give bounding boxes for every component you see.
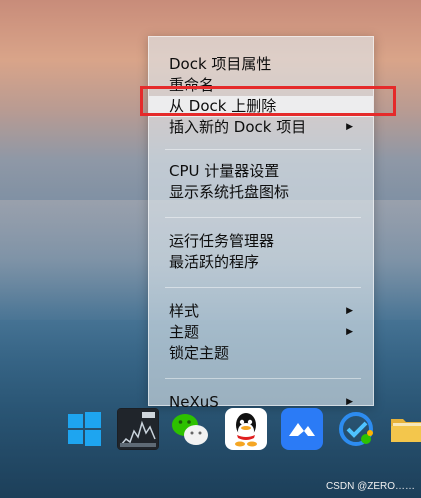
windows-start-icon[interactable] [63, 408, 105, 450]
menu-item-label: 主题 [169, 323, 200, 341]
menu-item-label: Dock 项目属性 [169, 55, 272, 73]
menu-item-label: 最活跃的程序 [169, 253, 260, 271]
menu-item-label: 显示系统托盘图标 [169, 183, 290, 201]
menu-item-theme[interactable]: 主题 ▶ [149, 322, 373, 343]
menu-item-most-active-programs[interactable]: 最活跃的程序 [149, 252, 373, 273]
folder-icon[interactable] [387, 408, 421, 450]
menu-item-cpu-meter-settings[interactable]: CPU 计量器设置 [149, 161, 373, 182]
menu-item-label: 样式 [169, 302, 200, 320]
dingtalk-icon[interactable] [335, 408, 377, 450]
submenu-arrow-icon: ▶ [346, 327, 353, 337]
menu-separator [165, 217, 361, 218]
menu-separator [165, 287, 361, 288]
highlight-annotation-box [140, 86, 396, 116]
menu-item-insert-new-dock-item[interactable]: 插入新的 Dock 项目 ▶ [149, 117, 373, 138]
menu-item-show-tray-icons[interactable]: 显示系统托盘图标 [149, 182, 373, 203]
menu-item-task-manager[interactable]: 运行任务管理器 [149, 231, 373, 252]
watermark-text: CSDN @ZERO…… [325, 481, 415, 492]
menu-item-label: 锁定主题 [169, 344, 230, 362]
submenu-arrow-icon: ▶ [346, 122, 353, 132]
menu-separator [165, 149, 361, 150]
menu-separator [165, 378, 361, 379]
wechat-icon[interactable] [169, 408, 211, 450]
menu-item-dock-properties[interactable]: Dock 项目属性 [149, 54, 373, 75]
dock-bar [55, 400, 421, 458]
submenu-arrow-icon: ▶ [346, 306, 353, 316]
lanhu-icon[interactable] [281, 408, 323, 450]
menu-item-label: 运行任务管理器 [169, 232, 275, 250]
menu-item-label: 插入新的 Dock 项目 [169, 118, 307, 136]
menu-item-lock-theme[interactable]: 锁定主题 [149, 343, 373, 364]
qq-icon[interactable] [225, 408, 267, 450]
menu-item-label: CPU 计量器设置 [169, 162, 280, 180]
menu-item-style[interactable]: 样式 ▶ [149, 301, 373, 322]
cpu-meter-icon[interactable] [117, 408, 159, 450]
